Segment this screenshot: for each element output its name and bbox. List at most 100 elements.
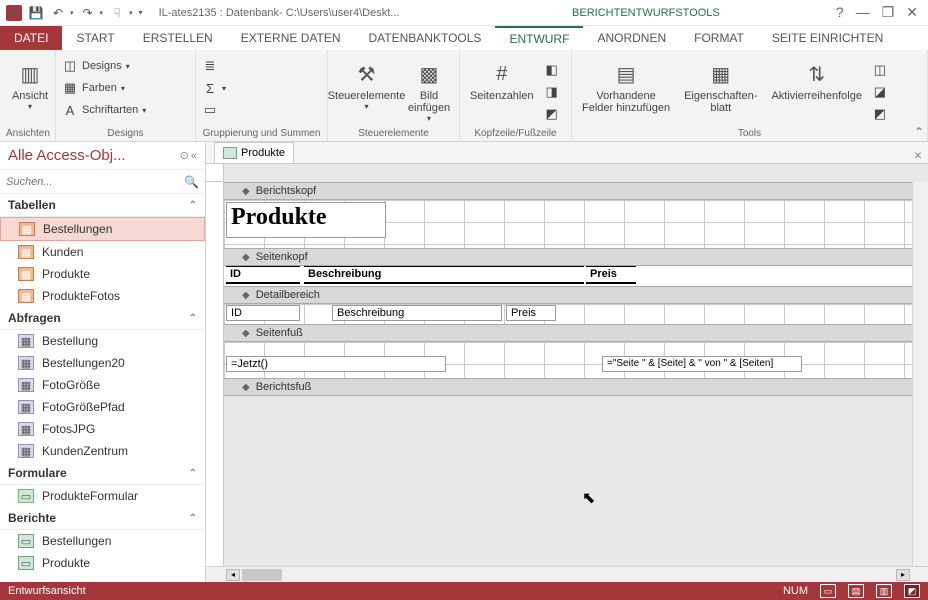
logo-button[interactable]: ◧ [544,60,560,80]
nav-item-bestellungen20[interactable]: ▦Bestellungen20 [0,352,205,374]
close-document-icon[interactable]: × [914,147,928,163]
qat-customize[interactable]: ▾ [139,8,143,17]
section-handle-icon: ◆ [242,186,250,197]
nav-category-tables[interactable]: Tabellen⌃ [0,194,205,217]
close-icon[interactable]: ✕ [906,4,918,21]
title-icon: ◨ [544,84,560,100]
design-canvas[interactable]: ◆Berichtskopf Produkte ◆Seitenkopf ID Be… [224,182,912,566]
scroll-left-icon[interactable]: ◂ [226,569,240,581]
group-sort-button[interactable]: ≣ [202,56,226,76]
tab-create[interactable]: ERSTELLEN [129,26,227,50]
nav-item-report-bestellungen[interactable]: ▭Bestellungen [0,530,205,552]
nav-item-bestellung[interactable]: ▦Bestellung [0,330,205,352]
controls-button[interactable]: ⚒ Steuerelemente▾ [334,56,399,113]
tab-format[interactable]: FORMAT [680,26,758,50]
undo-dropdown[interactable]: ▾ [70,9,74,17]
section-report-header[interactable]: Produkte [224,200,912,248]
nav-item-kunden[interactable]: ▦Kunden [0,241,205,263]
title-button[interactable]: ◨ [544,82,560,102]
redo-icon[interactable]: ↷ [80,5,96,21]
touch-mode-icon[interactable]: ☟ [109,5,125,21]
section-page-header[interactable]: ID Beschreibung Preis [224,266,912,286]
field-desc[interactable]: Beschreibung [332,305,502,321]
vertical-scrollbar[interactable] [912,182,928,566]
nav-category-forms[interactable]: Formulare⌃ [0,462,205,485]
nav-item-fotogroessepfad[interactable]: ▦FotoGrößePfad [0,396,205,418]
scroll-right-icon[interactable]: ▸ [896,569,910,581]
column-header-price[interactable]: Preis [586,266,636,284]
section-bar-report-footer[interactable]: ◆Berichtsfuß [224,378,912,396]
designs-button[interactable]: ◫Designs▾ [62,56,146,76]
nav-category-reports[interactable]: Berichte⌃ [0,507,205,530]
tab-design[interactable]: ENTWURF [495,26,583,50]
search-input[interactable] [6,176,184,188]
report-view-icon[interactable]: ▭ [820,584,836,598]
page-numbers-button[interactable]: # Seitenzahlen [466,56,538,104]
totals-button[interactable]: Σ▾ [202,78,226,98]
restore-icon[interactable]: ❐ [882,4,895,21]
layout-view-icon[interactable]: ▥ [876,584,892,598]
page-numbers-icon: # [496,58,507,90]
nav-title[interactable]: Alle Access-Obj... [8,147,126,164]
datetime-button[interactable]: ◩ [544,104,560,124]
nav-item-produkte[interactable]: ▦Produkte [0,263,205,285]
insert-image-button[interactable]: ▩ Bild einfügen▾ [405,56,453,125]
tab-order-button[interactable]: ⇅ Aktivierreihenfolge [767,56,866,104]
scroll-thumb[interactable] [242,569,282,581]
document-tab-produkte[interactable]: Produkte [214,142,294,163]
colors-button[interactable]: ▦Farben▾ [62,78,146,98]
help-icon[interactable]: ? [836,4,844,21]
tab-pagesetup[interactable]: SEITE EINRICHTEN [758,26,897,50]
redo-dropdown[interactable]: ▾ [100,9,104,17]
design-view-icon[interactable]: ◩ [904,584,920,598]
nav-item-produkteformular[interactable]: ▭ProdukteFormular [0,485,205,507]
nav-item-bestellungen[interactable]: ▦Bestellungen [0,217,205,241]
tab-start[interactable]: START [62,26,128,50]
nav-item-report-produkte[interactable]: ▭Produkte [0,552,205,574]
view-code-button[interactable]: ◪ [872,82,888,102]
textbox-page[interactable]: ="Seite " & [Seite] & " von " & [Seiten] [602,356,802,372]
section-page-footer[interactable]: =Jetzt() ="Seite " & [Seite] & " von " &… [224,342,912,378]
fonts-button[interactable]: ASchriftarten▾ [62,100,146,120]
section-bar-page-header[interactable]: ◆Seitenkopf [224,248,912,266]
collapse-ribbon-icon[interactable]: ⌃ [914,125,924,139]
section-bar-page-footer[interactable]: ◆Seitenfuß [224,324,912,342]
field-id[interactable]: ID [226,305,300,321]
hide-details-button[interactable]: ▭ [202,100,226,120]
vertical-ruler[interactable] [206,182,224,566]
nav-category-queries[interactable]: Abfragen⌃ [0,307,205,330]
minimize-icon[interactable]: — [856,4,870,21]
touch-dropdown[interactable]: ▾ [129,9,133,17]
section-report-footer[interactable] [224,396,912,516]
tab-file[interactable]: DATEI [0,26,62,50]
section-detail[interactable]: ID Beschreibung Preis [224,304,912,324]
nav-item-kundenzentrum[interactable]: ▦KundenZentrum [0,440,205,462]
section-bar-report-header[interactable]: ◆Berichtskopf [224,182,912,200]
tab-arrange[interactable]: ANORDNEN [583,26,680,50]
report-title-label[interactable]: Produkte [226,202,386,238]
textbox-now[interactable]: =Jetzt() [226,356,446,372]
tab-external[interactable]: EXTERNE DATEN [227,26,355,50]
add-fields-button[interactable]: ▤ Vorhandene Felder hinzufügen [578,56,674,116]
nav-item-fotogroesse[interactable]: ▦FotoGröße [0,374,205,396]
section-bar-detail[interactable]: ◆Detailbereich [224,286,912,304]
nav-collapse-icon[interactable]: « [191,150,197,162]
column-header-desc[interactable]: Beschreibung [304,266,584,284]
nav-item-fotosjpg[interactable]: ▦FotosJPG [0,418,205,440]
save-icon[interactable]: 💾 [28,5,44,21]
column-header-id[interactable]: ID [226,266,300,284]
view-button[interactable]: ▥ Ansicht ▾ [6,56,54,113]
field-price[interactable]: Preis [506,305,556,321]
convert-macros-button[interactable]: ◩ [872,104,888,124]
nav-item-produktefotos[interactable]: ▦ProdukteFotos [0,285,205,307]
horizontal-scrollbar[interactable]: ◂ ▸ [224,567,912,582]
subreport-button[interactable]: ◫ [872,60,888,80]
print-preview-icon[interactable]: ▤ [848,584,864,598]
search-icon[interactable]: 🔍 [184,175,199,189]
tab-dbtools[interactable]: DATENBANKTOOLS [355,26,496,50]
undo-icon[interactable]: ↶ [50,5,66,21]
property-sheet-button[interactable]: ▦ Eigenschaften- blatt [680,56,761,116]
query-icon: ▦ [18,378,34,392]
nav-dropdown-icon[interactable]: ⊙ [180,149,189,162]
ruler-corner[interactable] [206,164,224,182]
